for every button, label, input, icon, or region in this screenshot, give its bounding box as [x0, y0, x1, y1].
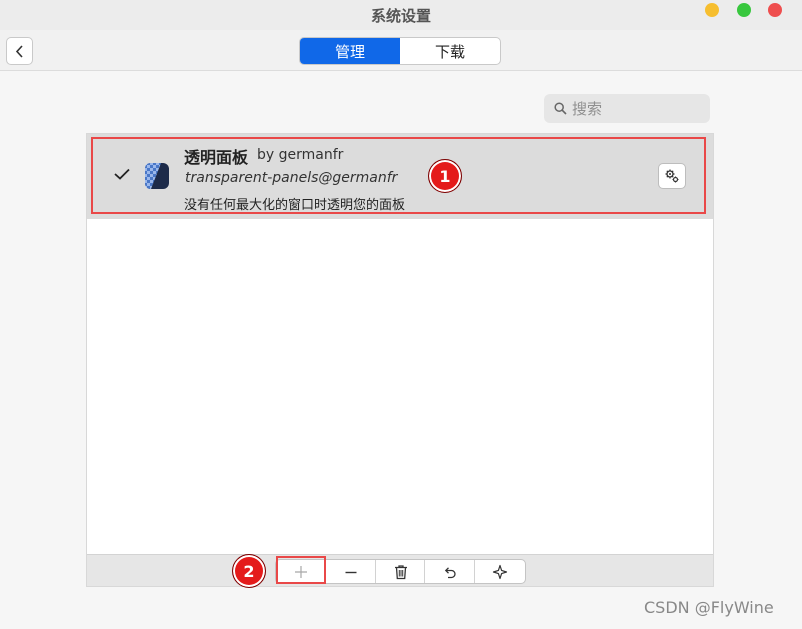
remove-extension-button[interactable]	[326, 560, 376, 583]
featured-extensions-button[interactable]	[475, 560, 525, 583]
trash-icon	[394, 565, 407, 580]
search-input[interactable]	[572, 98, 702, 119]
extension-description: 没有任何最大化的窗口时透明您的面板	[184, 198, 406, 213]
annotation-badge-1: 1	[428, 159, 462, 193]
checkmark-icon[interactable]	[114, 168, 130, 180]
watermark-text: CSDN @FlyWine	[644, 598, 774, 617]
header-toolbar: 管理 下载	[0, 30, 802, 71]
gears-icon	[665, 169, 679, 183]
chevron-left-icon	[15, 45, 23, 58]
annotation-badge-2: 2	[232, 554, 266, 588]
search-box[interactable]	[544, 94, 710, 123]
maximize-button[interactable]	[737, 3, 751, 17]
search-icon	[554, 102, 567, 115]
extension-row[interactable]: 透明面板 by germanfr transparent-panels@germ…	[87, 134, 713, 219]
tab-download[interactable]: 下载	[400, 38, 500, 64]
tab-switcher: 管理 下载	[299, 37, 501, 65]
title-bar: 系统设置	[0, 0, 802, 30]
extension-name: 透明面板	[184, 148, 249, 167]
remove-icon	[345, 571, 357, 574]
minimize-button[interactable]	[705, 3, 719, 17]
add-button-highlight-frame	[276, 556, 326, 584]
list-action-bar: 2	[87, 554, 713, 588]
undo-icon	[445, 567, 457, 579]
close-button[interactable]	[768, 3, 782, 17]
back-button[interactable]	[6, 37, 33, 65]
extension-settings-button[interactable]	[658, 163, 686, 189]
extension-uuid: transparent-panels@germanfr	[185, 170, 398, 186]
tab-manage[interactable]: 管理	[300, 38, 400, 64]
settings-window: 系统设置 管理 下载 搜索 透明面板 by germanfr transpare…	[0, 0, 802, 629]
uninstall-extension-button[interactable]	[376, 560, 426, 583]
sparkle-icon	[493, 564, 508, 580]
extension-list: 透明面板 by germanfr transparent-panels@germ…	[86, 133, 714, 588]
restore-defaults-button[interactable]	[425, 560, 476, 583]
extension-logo-icon	[145, 163, 169, 189]
window-title: 系统设置	[370, 7, 431, 25]
extension-author: by germanfr	[257, 147, 344, 163]
